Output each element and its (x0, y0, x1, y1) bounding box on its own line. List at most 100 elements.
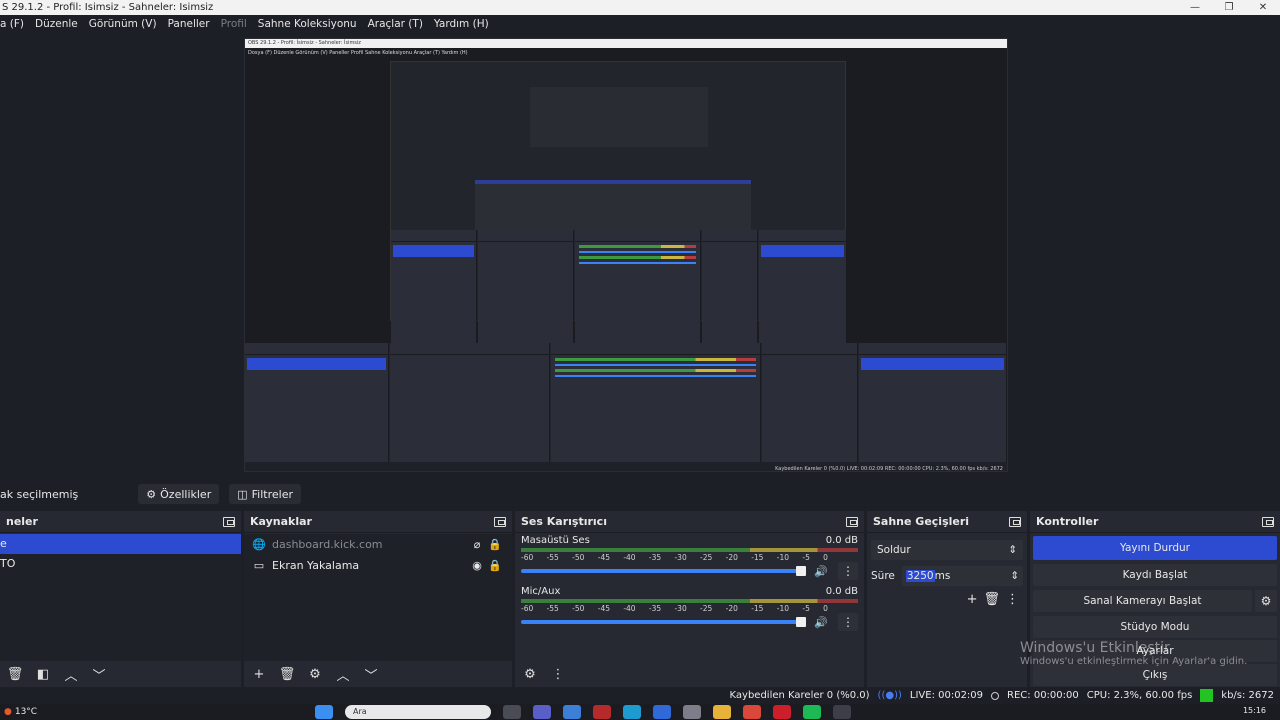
edge-icon[interactable] (623, 705, 641, 719)
scenes-dock: neler e TO 🗑 ◧ ︿ ﹀ (0, 511, 241, 687)
add-transition-button[interactable]: + (967, 592, 978, 607)
volume-meter (521, 548, 858, 552)
move-up-button[interactable]: ︿ (332, 664, 354, 684)
start-icon[interactable] (315, 705, 333, 719)
scene-transitions-dock: Sahne Geçişleri Soldur ⇕ Süre 3250ms ⇕ +… (867, 511, 1027, 687)
dropped-frames: Kaybedilen Kareler 0 (%0.0) (729, 690, 870, 701)
move-down-button[interactable]: ﹀ (88, 664, 110, 684)
remove-scene-button[interactable]: 🗑 (4, 664, 26, 684)
source-item[interactable]: ▭ Ekran Yakalama ◉ 🔒 (244, 555, 512, 576)
speaker-icon[interactable]: 🔊 (810, 565, 832, 578)
scene-item[interactable]: TO (0, 554, 241, 574)
transition-menu-button[interactable]: ⋮ (1006, 592, 1019, 607)
remove-transition-button[interactable]: 🗑 (983, 592, 1000, 607)
minimize-button[interactable]: — (1178, 0, 1212, 15)
scene-item[interactable]: e (0, 534, 241, 554)
teams-icon[interactable] (533, 705, 551, 719)
maximize-button[interactable]: ❐ (1212, 0, 1246, 15)
undock-icon[interactable] (223, 516, 235, 527)
volume-handle[interactable] (796, 617, 806, 627)
gear-icon[interactable]: ⚙ (1255, 590, 1277, 612)
menu-scene-collection[interactable]: Sahne Koleksiyonu (258, 18, 357, 30)
remove-source-button[interactable]: 🗑 (276, 664, 298, 684)
studio-mode-button[interactable]: Stüdyo Modu (1033, 616, 1277, 638)
browser-icon[interactable] (653, 705, 671, 719)
filters-button[interactable]: ◫ Filtreler (229, 484, 301, 504)
more-options-button[interactable]: ⋮ (838, 613, 858, 631)
menu-docks[interactable]: Paneller (168, 18, 210, 30)
watermark-title: Windows'u Etkinleştir (1020, 640, 1170, 656)
mail-icon[interactable] (683, 705, 701, 719)
start-virtual-cam-button[interactable]: Sanal Kamerayı Başlat (1033, 590, 1252, 612)
activation-watermark: Windows'u Etkinleştir Windows'u etkinleş… (1020, 640, 1247, 667)
undock-icon[interactable] (1009, 516, 1021, 527)
preview-nested-level-2 (530, 87, 708, 147)
menu-help[interactable]: Yardım (H) (434, 18, 489, 30)
duration-input[interactable]: 3250ms ⇕ (901, 566, 1023, 586)
preview-inner-status: Kaybedilen Kareler 0 (%0.0) LIVE: 00:02:… (775, 466, 1003, 472)
volume-handle[interactable] (796, 566, 806, 576)
chrome-icon[interactable] (743, 705, 761, 719)
source-toolbar: ak seçilmemiş ⚙ Özellikler ◫ Filtreler (0, 478, 1280, 510)
opera-icon[interactable] (773, 705, 791, 719)
properties-button[interactable]: ⚙ Özellikler (138, 484, 220, 504)
stop-stream-button[interactable]: Yayını Durdur (1033, 536, 1277, 560)
duration-value: 3250 (905, 570, 935, 582)
preview-taskbar: Kaybedilen Kareler 0 (%0.0) LIVE: 00:02:… (245, 462, 1007, 472)
spin-icon[interactable]: ⇕ (1010, 570, 1019, 582)
start-recording-button[interactable]: Kaydı Başlat (1033, 564, 1277, 586)
lock-icon[interactable]: 🔒 (486, 559, 504, 572)
lock-icon[interactable]: 🔒 (486, 538, 504, 551)
scene-filters-button[interactable]: ◧ (32, 664, 54, 684)
menu-view[interactable]: Görünüm (V) (89, 18, 157, 30)
undock-icon[interactable] (494, 516, 506, 527)
add-source-button[interactable]: + (248, 664, 270, 684)
eye-hidden-icon[interactable]: ⌀ (468, 538, 486, 551)
rec-icon (991, 691, 1000, 700)
transition-select[interactable]: Soldur ⇕ (871, 540, 1023, 560)
close-button[interactable]: ✕ (1246, 0, 1280, 15)
explorer-icon[interactable] (713, 705, 731, 719)
windows-taskbar: ● 13°C Ara 15:16 (0, 704, 1280, 720)
store-icon[interactable] (563, 705, 581, 719)
undock-icon[interactable] (1262, 516, 1274, 527)
updown-icon: ⇕ (1008, 544, 1017, 556)
menu-bar: a (F) Düzenle Görünüm (V) Paneller Profi… (0, 15, 1280, 33)
no-source-label: ak seçilmemiş (0, 487, 79, 501)
menu-profile[interactable]: Profil (221, 18, 247, 30)
move-up-button[interactable]: ︿ (60, 664, 82, 684)
temperature: 13°C (14, 707, 38, 717)
menu-edit[interactable]: Düzenle (35, 18, 78, 30)
controls-title: Kontroller (1036, 515, 1099, 528)
app-icon[interactable] (593, 705, 611, 719)
speaker-icon[interactable]: 🔊 (810, 616, 832, 629)
move-down-button[interactable]: ﹀ (360, 664, 382, 684)
volume-slider[interactable] (521, 617, 806, 627)
audio-mixer-dock: Ses Karıştırıcı Masaüstü Ses 0.0 dB -60-… (515, 511, 864, 687)
volume-slider[interactable] (521, 566, 806, 576)
eye-icon[interactable]: ◉ (468, 559, 486, 572)
source-properties-button[interactable]: ⚙ (304, 664, 326, 684)
menu-tools[interactable]: Araçlar (T) (368, 18, 423, 30)
mixer-menu-button[interactable]: ⋮ (547, 664, 569, 684)
undock-icon[interactable] (846, 516, 858, 527)
spotify-icon[interactable] (803, 705, 821, 719)
obs-icon[interactable] (833, 705, 851, 719)
taskview-icon[interactable] (503, 705, 521, 719)
taskbar-search[interactable]: Ara (345, 705, 491, 719)
watermark-subtitle: Windows'u etkinleştirmek için Ayarlar'a … (1020, 656, 1248, 667)
source-item[interactable]: 🌐 dashboard.kick.com ⌀ 🔒 (244, 534, 512, 555)
exit-button[interactable]: Çıkış (1033, 664, 1277, 686)
rec-time: REC: 00:00:00 (1007, 690, 1079, 701)
advanced-audio-button[interactable]: ⚙ (519, 664, 541, 684)
more-options-button[interactable]: ⋮ (838, 562, 858, 580)
properties-label: Özellikler (160, 487, 212, 501)
menu-file[interactable]: a (F) (0, 18, 24, 30)
filter-icon: ◫ (237, 487, 248, 501)
mixer-channel: Mic/Aux 0.0 dB -60 -55 -50 -45 -40 -35 -30 -25-… (515, 585, 864, 631)
volume-meter (521, 599, 858, 603)
monitor-icon: ▭ (253, 559, 265, 572)
channel-name: Masaüstü Ses (521, 535, 590, 546)
preview-area[interactable]: OBS 29.1.2 - Profil: İsimsiz - Sahneler:… (0, 33, 1280, 478)
preview-nested-window (390, 61, 847, 350)
